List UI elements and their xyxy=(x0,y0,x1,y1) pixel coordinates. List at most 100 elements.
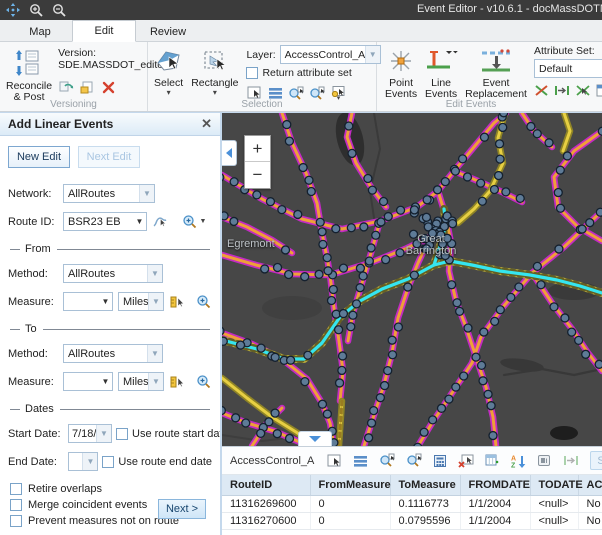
from-measure-pick-icon[interactable] xyxy=(169,294,185,310)
next-edit-button[interactable]: Next Edit xyxy=(78,146,140,168)
from-zoom-icon[interactable] xyxy=(196,294,212,310)
route-id-value: BSR23 EB xyxy=(64,216,133,228)
tab-review[interactable]: Review xyxy=(136,22,200,41)
col-tomeasure[interactable]: ToMeasure xyxy=(390,475,460,496)
tab-edit[interactable]: Edit xyxy=(72,20,136,42)
to-unit-combo[interactable]: Miles ▼ xyxy=(118,372,164,391)
identify-popup-icon[interactable] xyxy=(537,453,552,469)
table-pan-to-selection-icon[interactable] xyxy=(406,453,422,469)
table-row[interactable]: 11316269600 0 0.1116773 1/1/2004 <null> … xyxy=(222,496,602,513)
table-row[interactable]: 11316270600 0 0.0795596 1/1/2004 <null> … xyxy=(222,513,602,530)
merge-events-icon[interactable] xyxy=(575,82,591,98)
end-date-label: End Date: xyxy=(8,456,64,468)
network-combo[interactable]: AllRoutes ▼ xyxy=(63,184,155,203)
save-button[interactable]: Save xyxy=(590,451,602,470)
panel-close-icon[interactable]: ✕ xyxy=(201,116,212,132)
select-button[interactable]: Select ▾ xyxy=(154,45,183,99)
layer-combo[interactable]: AccessControl_A ▼ xyxy=(280,45,381,64)
event-replacement-icon xyxy=(478,48,514,77)
route-id-combo[interactable]: BSR23 EB ▼ xyxy=(63,212,147,231)
from-measure-caret-icon[interactable]: ▼ xyxy=(99,297,112,306)
select-dropdown-caret[interactable]: ▾ xyxy=(167,89,171,96)
split-event-icon[interactable] xyxy=(534,82,549,98)
new-edit-button[interactable]: New Edit xyxy=(8,146,70,168)
zoom-in-icon[interactable] xyxy=(28,2,44,18)
use-route-end-date-checkbox[interactable] xyxy=(102,456,114,468)
title-bar: Event Editor - v10.6.1 - docMassDOTM xyxy=(0,0,602,20)
table-show-selected-icon[interactable] xyxy=(353,453,368,469)
to-measure-combo[interactable]: ▼ xyxy=(63,372,113,391)
window-title: Event Editor - v10.6.1 - docMassDOTM xyxy=(417,3,602,15)
pan-icon[interactable] xyxy=(5,2,21,18)
from-measure-label: Measure: xyxy=(8,296,58,308)
map-view[interactable]: Egremont GreatBarrington + − xyxy=(222,113,602,446)
point-events-icon xyxy=(387,48,415,77)
retire-overlaps-checkbox[interactable] xyxy=(10,483,22,495)
network-label: Network: xyxy=(8,188,58,200)
table-zoom-to-selection-icon[interactable] xyxy=(379,453,395,469)
event-attributes-window-icon[interactable] xyxy=(596,82,602,98)
table-header-row: RouteID FromMeasure ToMeasure FROMDATE T… xyxy=(222,475,602,496)
add-record-icon[interactable] xyxy=(485,453,500,469)
to-zoom-icon[interactable] xyxy=(196,374,212,390)
collapse-table-button[interactable] xyxy=(298,431,332,446)
delete-version-icon[interactable] xyxy=(100,79,116,95)
table-select-icon[interactable] xyxy=(327,453,342,469)
col-todate[interactable]: TODATE xyxy=(530,475,578,496)
rectangle-button[interactable]: Rectangle ▾ xyxy=(191,45,238,99)
edit-events-group-label: Edit Events xyxy=(356,99,586,110)
line-events-button[interactable]: Line Events xyxy=(424,45,458,99)
start-date-combo[interactable]: 7/18/ ▼ xyxy=(68,424,112,443)
end-date-combo[interactable]: ▼ xyxy=(68,452,98,471)
field-calculator-icon[interactable] xyxy=(433,453,447,469)
route-id-caret-icon[interactable]: ▼ xyxy=(133,217,146,226)
next-button[interactable]: Next > xyxy=(158,499,206,519)
from-measure-combo[interactable]: ▼ xyxy=(63,292,113,311)
retire-overlaps-label: Retire overlaps xyxy=(28,483,102,495)
panel-title: Add Linear Events xyxy=(8,117,113,131)
route-zoom-caret-icon[interactable]: ▼ xyxy=(200,218,207,225)
map-zoom-out-button[interactable]: − xyxy=(245,162,270,188)
collapse-panel-button[interactable] xyxy=(222,140,237,166)
prevent-measures-checkbox[interactable] xyxy=(10,515,22,527)
to-method-caret-icon[interactable]: ▼ xyxy=(147,345,162,362)
from-unit-combo[interactable]: Miles ▼ xyxy=(118,292,164,311)
network-caret-icon[interactable]: ▼ xyxy=(139,185,154,202)
tab-map[interactable]: Map xyxy=(8,22,72,41)
use-route-start-date-checkbox[interactable] xyxy=(116,428,128,440)
zoom-out-icon[interactable] xyxy=(51,2,67,18)
col-frommeasure[interactable]: FromMeasure xyxy=(310,475,390,496)
to-measure-caret-icon[interactable]: ▼ xyxy=(99,377,112,386)
to-measure-label: Measure: xyxy=(8,376,58,388)
map-canvas xyxy=(222,113,602,446)
offset-event-icon[interactable] xyxy=(554,82,570,98)
end-date-caret-icon[interactable]: ▼ xyxy=(82,453,97,470)
refresh-version-icon[interactable] xyxy=(58,79,74,95)
col-fromdate[interactable]: FROMDATE xyxy=(460,475,530,496)
return-attribute-set-checkbox[interactable] xyxy=(246,67,258,79)
col-routeid[interactable]: RouteID xyxy=(222,475,310,496)
from-method-caret-icon[interactable]: ▼ xyxy=(147,265,162,282)
rectangle-dropdown-caret[interactable]: ▾ xyxy=(213,89,217,96)
from-unit-caret-icon[interactable]: ▼ xyxy=(148,293,163,310)
sort-icon[interactable]: AZ xyxy=(511,453,526,469)
merge-coincident-events-checkbox[interactable] xyxy=(10,499,22,511)
start-date-caret-icon[interactable]: ▼ xyxy=(96,425,111,442)
table-offset-icon[interactable] xyxy=(563,453,579,469)
from-method-combo[interactable]: AllRoutes ▼ xyxy=(63,264,163,283)
to-unit-caret-icon[interactable]: ▼ xyxy=(148,373,163,390)
select-route-on-map-icon[interactable] xyxy=(152,214,168,230)
reconcile-post-button[interactable]: Reconcile & Post xyxy=(6,46,52,99)
to-measure-pick-icon[interactable] xyxy=(169,374,185,390)
point-events-label: Point Events xyxy=(385,78,417,100)
event-replacement-button[interactable]: Event Replacement xyxy=(465,45,527,99)
cell-accesscontrol: No xyxy=(578,513,602,530)
clear-selection-icon[interactable] xyxy=(458,453,474,469)
route-id-label: Route ID: xyxy=(8,216,58,228)
new-version-icon[interactable] xyxy=(79,79,95,95)
map-zoom-in-button[interactable]: + xyxy=(245,136,270,162)
route-zoom-icon[interactable]: ▼ xyxy=(181,214,207,230)
point-events-button[interactable]: Point Events xyxy=(385,45,417,99)
to-method-combo[interactable]: AllRoutes ▼ xyxy=(63,344,163,363)
attribute-set-combo[interactable]: Default ▼ xyxy=(534,59,602,78)
